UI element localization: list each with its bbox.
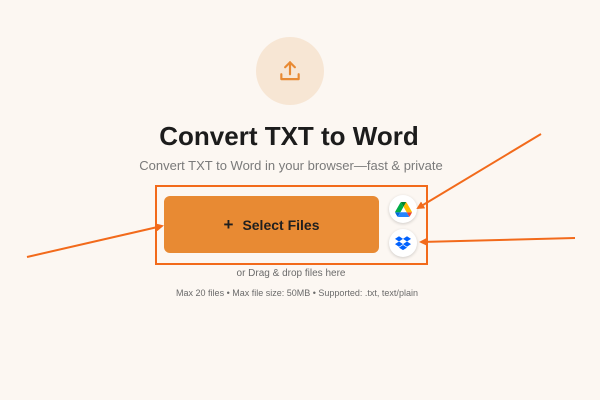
page-subtitle: Convert TXT to Word in your browser—fast… (139, 158, 443, 173)
drag-drop-hint: or Drag & drop files here (236, 268, 346, 279)
select-files-label: Select Files (242, 216, 320, 233)
google-drive-icon (394, 201, 412, 217)
plus-icon: + (223, 215, 234, 234)
dropbox-icon (395, 235, 411, 250)
select-files-button[interactable]: + Select Files (164, 196, 379, 253)
arrow-to-select-files (26, 223, 164, 258)
dropbox-button[interactable] (389, 229, 417, 257)
google-drive-button[interactable] (389, 195, 417, 223)
upload-badge (256, 37, 324, 105)
page-title: Convert TXT to Word (159, 121, 419, 151)
file-limits-text: Max 20 files • Max file size: 50MB • Sup… (176, 288, 418, 298)
upload-icon (280, 61, 300, 81)
arrow-to-dropbox (419, 237, 576, 246)
